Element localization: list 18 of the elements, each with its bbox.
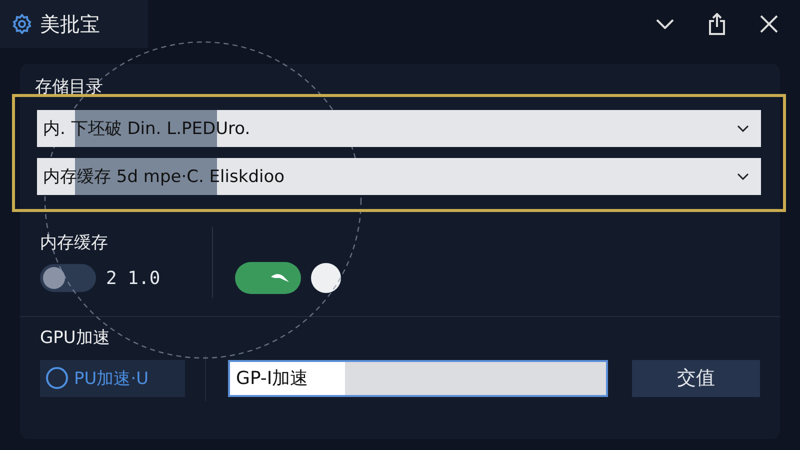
dropdown[interactable]: 内存缓存 5d mpe·C. Eliskdioo [37, 158, 761, 195]
gear-icon [12, 14, 32, 34]
chevron-down-icon [737, 125, 749, 132]
chevron-down-icon[interactable] [656, 19, 674, 29]
toggle-switch[interactable] [235, 262, 301, 294]
section-label: GPU加速 [40, 327, 111, 349]
submit-button[interactable]: 交值 [632, 360, 760, 396]
radio-option[interactable]: PU加速·U [40, 360, 185, 396]
share-icon[interactable] [708, 13, 726, 35]
window-title: 美批宝 [40, 10, 100, 38]
toggle-switch[interactable] [40, 264, 96, 292]
section-label: 内存缓存 [40, 232, 109, 254]
input-field[interactable]: GP-I加速 [228, 360, 608, 396]
chevron-down-icon [737, 173, 749, 180]
value-text: 2 1.0 [106, 268, 160, 288]
close-icon[interactable] [760, 15, 778, 33]
circle-knob[interactable] [311, 262, 341, 292]
section-label: 存储目录 [35, 76, 103, 98]
